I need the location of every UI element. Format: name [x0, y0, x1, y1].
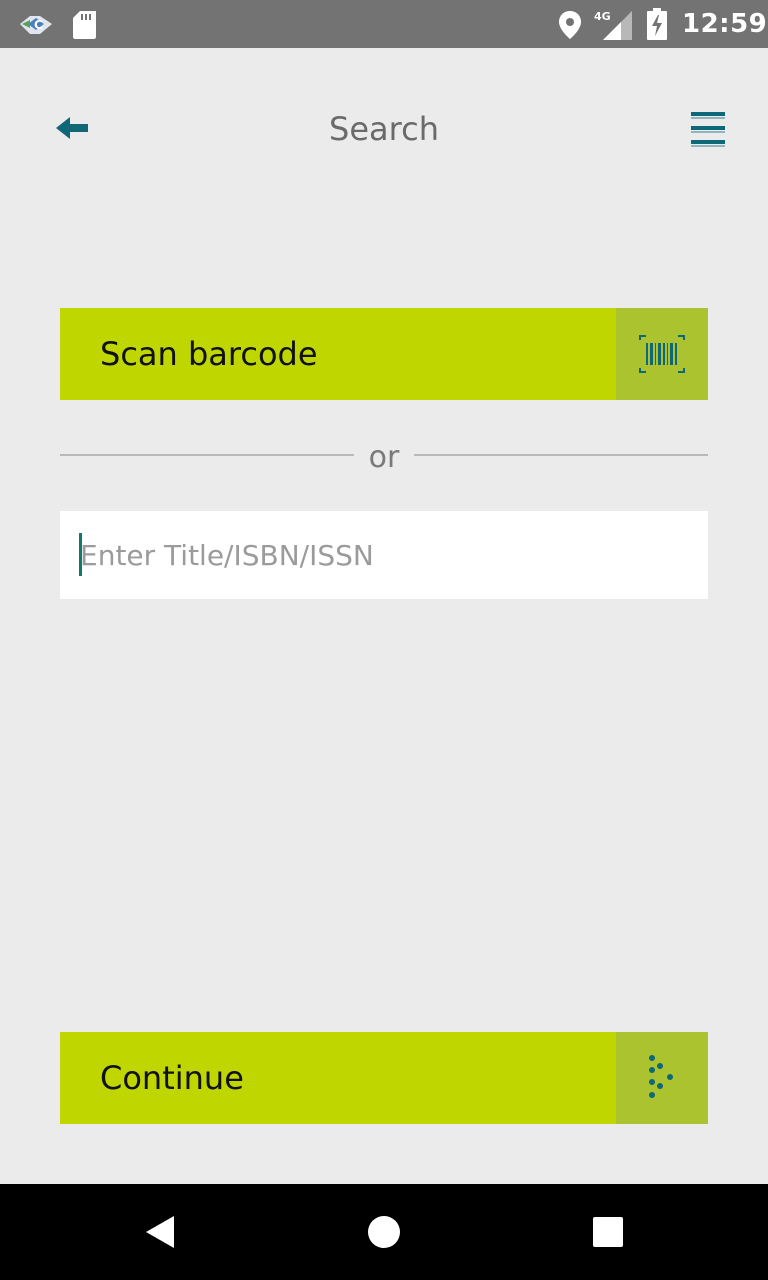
signal-icon: 4G — [594, 10, 632, 40]
nav-back-icon[interactable] — [142, 1214, 178, 1250]
nav-home-icon[interactable] — [366, 1214, 402, 1250]
app-notification-icon: C — [20, 16, 52, 34]
nav-recents-icon[interactable] — [592, 1216, 624, 1248]
back-arrow-icon — [56, 117, 88, 139]
sd-card-icon — [73, 11, 96, 39]
menu-button[interactable] — [684, 106, 732, 152]
divider-line-right — [414, 454, 708, 456]
scan-barcode-button[interactable]: Scan barcode — [60, 308, 708, 400]
search-input[interactable] — [60, 511, 708, 599]
status-time: 12:59 — [682, 9, 768, 39]
status-bar: C 4G 12:59 — [0, 0, 768, 48]
svg-text:C: C — [34, 18, 43, 32]
page-title: Search — [329, 110, 439, 148]
dots-arrow-icon — [649, 1055, 673, 1098]
continue-icon-area — [616, 1032, 708, 1124]
back-button[interactable] — [48, 106, 98, 152]
scan-barcode-label: Scan barcode — [100, 335, 318, 373]
text-cursor — [79, 533, 82, 576]
scan-barcode-icon-area — [616, 308, 708, 400]
barcode-scan-icon — [639, 335, 685, 373]
continue-label: Continue — [100, 1059, 244, 1097]
location-icon — [559, 11, 581, 39]
or-separator: or — [368, 440, 400, 475]
divider-line-left — [60, 454, 354, 456]
hamburger-menu-icon — [691, 112, 725, 147]
network-label: 4G — [594, 10, 611, 23]
battery-charging-icon — [647, 8, 667, 40]
continue-button[interactable]: Continue — [60, 1032, 708, 1124]
